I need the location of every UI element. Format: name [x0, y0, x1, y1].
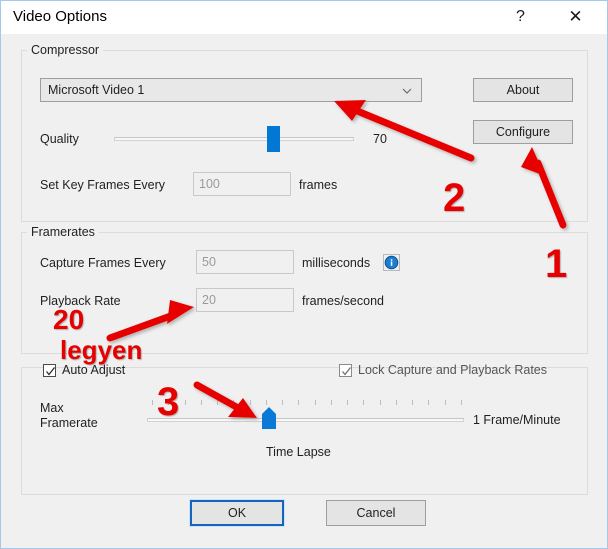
checkbox-box — [339, 363, 352, 377]
keyframe-label: Set Key Frames Every — [40, 178, 166, 192]
quality-slider-thumb[interactable] — [267, 126, 280, 152]
configure-button[interactable]: Configure — [473, 120, 573, 144]
compressor-codec-value: Microsoft Video 1 — [48, 83, 145, 97]
tick-mark — [152, 400, 153, 405]
playback-rate-units: frames/second — [302, 294, 384, 308]
tick-mark — [298, 400, 300, 405]
framerates-group — [21, 232, 588, 354]
tick-mark — [444, 400, 446, 405]
title-bar: Video Options ? ✕ — [1, 1, 607, 34]
max-framerate-ticks — [152, 400, 462, 405]
dialog-client-area: Compressor Microsoft Video 1 About Confi… — [2, 34, 606, 548]
keyframe-input[interactable]: 100 — [193, 172, 291, 196]
info-icon[interactable] — [383, 254, 400, 271]
playback-rate-input[interactable]: 20 — [196, 288, 294, 312]
tick-mark — [347, 400, 348, 405]
framerates-group-label: Framerates — [27, 225, 99, 239]
auto-adjust-label: Auto Adjust — [62, 363, 126, 377]
max-framerate-label-line1: Max — [40, 401, 64, 415]
tick-mark — [460, 400, 462, 405]
quality-value: 70 — [373, 132, 387, 146]
tick-mark — [217, 400, 218, 405]
capture-frames-units: milliseconds — [302, 256, 371, 270]
max-framerate-label-line2: Framerate — [40, 416, 98, 430]
tick-mark — [200, 400, 202, 405]
quality-label: Quality — [40, 132, 79, 146]
tick-mark — [330, 400, 332, 405]
screenshot-root: Video Options ? ✕ Compressor Microsoft V… — [0, 0, 608, 549]
max-framerate-slider-track[interactable] — [147, 418, 464, 422]
tick-mark — [265, 400, 267, 405]
frame-per-minute-label: 1 Frame/Minute — [473, 413, 561, 427]
tick-mark — [233, 400, 235, 405]
keyframe-units: frames — [299, 178, 338, 192]
lock-rates-checkbox[interactable]: Lock Capture and Playback Rates — [339, 363, 547, 377]
tick-mark — [314, 400, 316, 405]
playback-rate-input-value: 20 — [202, 293, 216, 307]
time-lapse-caption: Time Lapse — [266, 445, 331, 459]
max-framerate-label: Max Framerate — [40, 401, 98, 431]
playback-rate-label: Playback Rate — [40, 294, 121, 308]
window-title: Video Options — [13, 8, 107, 25]
capture-frames-input[interactable]: 50 — [196, 250, 294, 274]
tick-mark — [412, 400, 413, 405]
compressor-group-label: Compressor — [27, 43, 104, 57]
close-button[interactable]: ✕ — [553, 1, 598, 33]
tick-mark — [184, 400, 186, 405]
cancel-button[interactable]: Cancel — [326, 500, 426, 526]
tick-mark — [363, 400, 365, 405]
checkbox-box — [43, 363, 56, 377]
capture-frames-input-value: 50 — [202, 255, 216, 269]
help-button[interactable]: ? — [498, 1, 543, 33]
ok-button[interactable]: OK — [189, 499, 285, 527]
tick-mark — [379, 400, 381, 405]
about-button[interactable]: About — [473, 78, 573, 102]
tick-mark — [249, 400, 251, 405]
video-options-dialog: Video Options ? ✕ Compressor Microsoft V… — [0, 0, 608, 549]
auto-adjust-checkbox[interactable]: Auto Adjust — [43, 363, 125, 377]
tick-mark — [395, 400, 397, 405]
capture-frames-label: Capture Frames Every — [40, 256, 166, 270]
timelapse-group — [21, 367, 588, 495]
tick-mark — [428, 400, 430, 405]
chevron-down-icon — [402, 85, 412, 95]
tick-mark — [282, 400, 283, 405]
compressor-codec-dropdown[interactable]: Microsoft Video 1 — [40, 78, 422, 102]
keyframe-input-value: 100 — [199, 177, 220, 191]
tick-mark — [168, 400, 170, 405]
lock-rates-label: Lock Capture and Playback Rates — [358, 363, 547, 377]
quality-slider-track[interactable] — [114, 137, 354, 141]
